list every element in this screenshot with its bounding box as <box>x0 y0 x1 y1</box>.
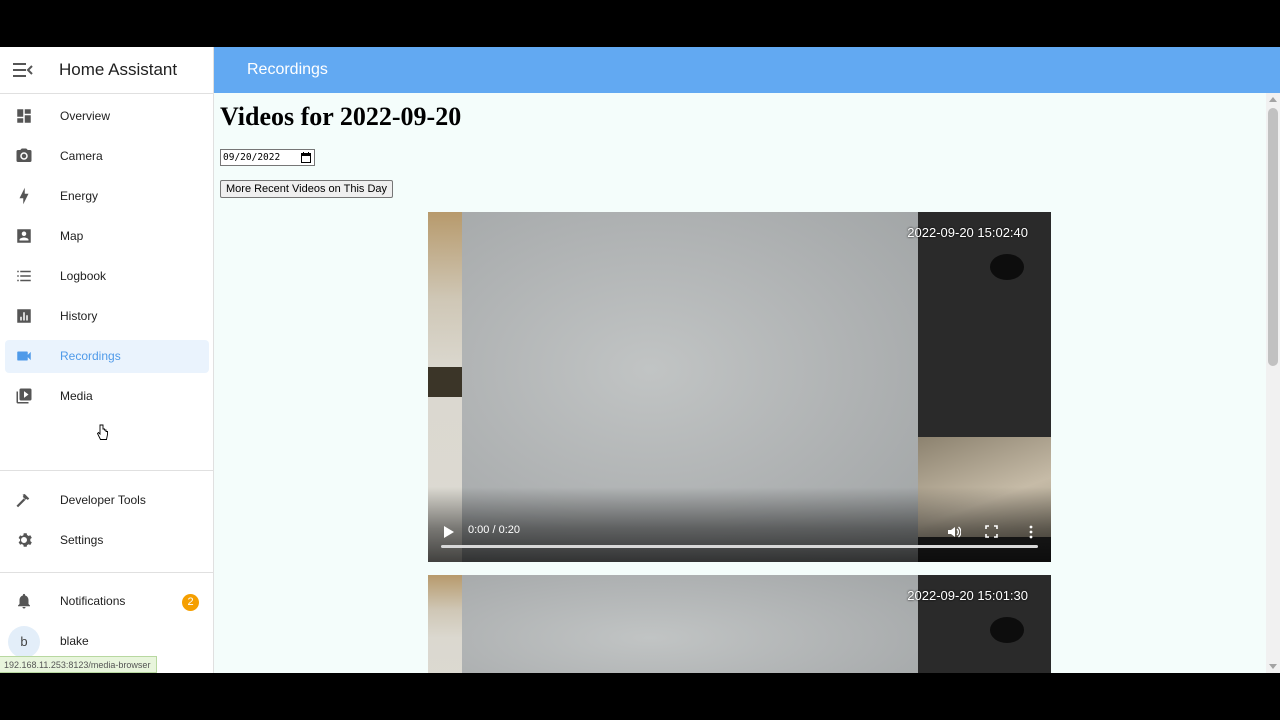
scroll-up-arrow-icon[interactable] <box>1269 97 1277 102</box>
avatar: b <box>8 626 40 658</box>
sidebar-divider <box>0 470 213 471</box>
sidebar-item-recordings[interactable]: Recordings <box>5 340 209 373</box>
sidebar-item-label: Notifications <box>60 594 126 608</box>
more-recent-videos-button[interactable]: More Recent Videos on This Day <box>220 180 394 198</box>
hammer-icon <box>16 494 30 508</box>
cog-icon <box>18 533 32 547</box>
sidebar-item-label: Overview <box>60 109 111 123</box>
play-box-icon <box>16 388 32 404</box>
chart-bar-icon <box>17 309 31 323</box>
sidebar-item-developer-tools[interactable]: Developer Tools <box>5 484 209 517</box>
scrollbar-thumb[interactable] <box>1268 108 1278 366</box>
sidebar-item-overview[interactable]: Overview <box>5 100 209 133</box>
sidebar-item-energy[interactable]: Energy <box>5 180 209 213</box>
sidebar-item-label: Map <box>60 229 84 243</box>
camera-icon <box>16 148 32 162</box>
sidebar-item-label: Developer Tools <box>60 493 146 507</box>
video-frame-detail <box>428 367 464 397</box>
video-controls: 0:00 / 0:20 <box>428 487 1051 562</box>
sidebar-item-label: History <box>60 309 98 323</box>
sidebar-item-label: Energy <box>60 189 99 203</box>
video-frame-wall <box>462 575 932 673</box>
video-icon <box>17 351 31 361</box>
sidebar-item-logbook[interactable]: Logbook <box>5 260 209 293</box>
video-frame-object <box>990 254 1024 280</box>
sidebar-item-notifications[interactable]: Notifications 2 <box>5 585 209 618</box>
sidebar-item-label: Logbook <box>60 269 107 283</box>
date-input[interactable]: 09/20/2022 <box>220 149 315 166</box>
status-bar-url: 192.168.11.253:8123/media-browser <box>0 656 158 673</box>
menu-collapse-icon[interactable] <box>13 61 33 79</box>
page-title: Videos for 2022-09-20 <box>220 102 462 131</box>
video-timestamp: 2022-09-20 15:02:40 <box>907 225 1028 240</box>
sidebar-header: Home Assistant <box>0 47 213 94</box>
video-frame-object <box>990 617 1024 643</box>
sidebar-title: Home Assistant <box>59 60 178 79</box>
play-icon[interactable] <box>443 526 455 538</box>
sidebar-divider <box>0 572 213 573</box>
map-account-icon <box>17 229 31 243</box>
scroll-down-arrow-icon[interactable] <box>1269 664 1277 669</box>
sidebar: Home Assistant Overview Camera Energy Ma… <box>0 47 214 673</box>
scrollbar[interactable] <box>1266 93 1280 673</box>
sidebar-item-media[interactable]: Media <box>5 380 209 413</box>
sidebar-item-user[interactable]: b blake <box>5 625 209 658</box>
notification-count-badge: 2 <box>182 594 199 611</box>
more-options-icon[interactable] <box>1028 525 1034 539</box>
main-content: Videos for 2022-09-20 09/20/2022 More Re… <box>214 93 1266 673</box>
list-icon <box>17 270 31 282</box>
dashboard-icon <box>17 109 31 123</box>
volume-icon[interactable] <box>947 525 961 539</box>
user-name: blake <box>60 634 89 648</box>
lightning-bolt-icon <box>19 187 29 205</box>
sidebar-item-camera[interactable]: Camera <box>5 140 209 173</box>
date-value: 09/20/2022 <box>223 152 281 163</box>
bell-icon <box>18 593 30 609</box>
sidebar-item-label: Camera <box>60 149 103 163</box>
fullscreen-icon[interactable] <box>985 525 998 538</box>
page-header-title: Recordings <box>247 61 328 78</box>
calendar-icon[interactable] <box>301 152 311 163</box>
app-window: Home Assistant Overview Camera Energy Ma… <box>0 47 1280 673</box>
top-bar: Recordings <box>214 47 1280 93</box>
sidebar-item-map[interactable]: Map <box>5 220 209 253</box>
sidebar-item-history[interactable]: History <box>5 300 209 333</box>
video-player[interactable]: 2022-09-20 15:01:30 <box>428 575 1051 673</box>
video-player[interactable]: 2022-09-20 15:02:40 0:00 / 0:20 <box>428 212 1051 562</box>
sidebar-item-label: Media <box>60 389 93 403</box>
mouse-cursor-icon <box>97 424 108 440</box>
video-progress-bar[interactable] <box>441 545 1038 548</box>
video-timestamp: 2022-09-20 15:01:30 <box>907 588 1028 603</box>
video-time: 0:00 / 0:20 <box>468 524 520 536</box>
sidebar-item-label: Recordings <box>60 349 121 363</box>
sidebar-item-label: Settings <box>60 533 104 547</box>
sidebar-item-settings[interactable]: Settings <box>5 524 209 557</box>
